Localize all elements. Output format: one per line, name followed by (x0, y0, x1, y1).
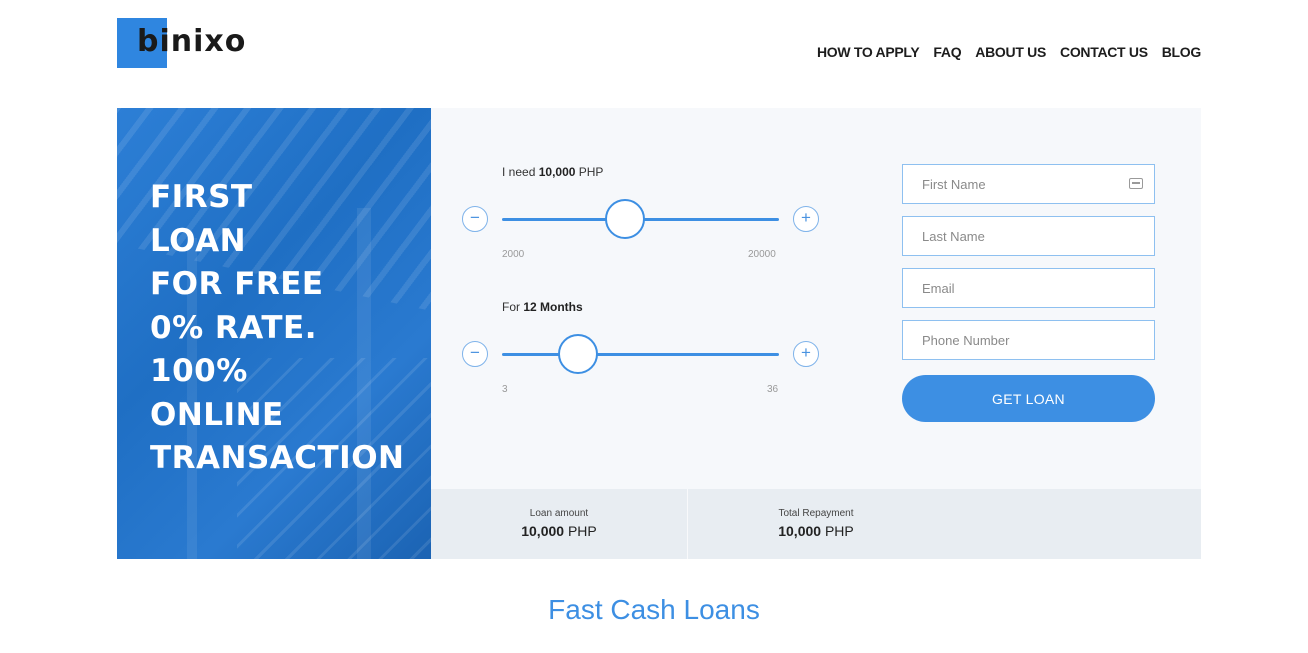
nav-blog[interactable]: BLOG (1162, 44, 1202, 60)
nav-about-us[interactable]: ABOUT US (975, 44, 1046, 60)
loan-hero: FIRST LOAN FOR FREE 0% RATE. 100% ONLINE… (117, 108, 1201, 559)
amount-slider: I need 10,000 PHP − + 2000 20000 (462, 163, 822, 263)
logo[interactable]: binixo (117, 18, 257, 68)
loan-amount-summary: Loan amount 10,000 PHP (431, 508, 687, 539)
nav-how-to-apply[interactable]: HOW TO APPLY (817, 44, 920, 60)
promo-line: FOR FREE (150, 266, 324, 302)
total-repayment-value-line: 10,000 PHP (688, 523, 944, 539)
last-name-field[interactable] (902, 216, 1155, 256)
promo-line: 0% RATE. (150, 309, 317, 346)
term-slider: For 12 Months − + 3 36 (462, 298, 822, 398)
loan-amount-value-line: 10,000 PHP (431, 523, 687, 539)
promo-headline: FIRST LOAN FOR FREE 0% RATE. 100% ONLINE… (150, 176, 405, 481)
last-name-input[interactable] (903, 217, 1154, 255)
amount-unit: PHP (578, 165, 604, 179)
promo-line: LOAN (150, 222, 247, 259)
minus-icon: − (470, 208, 480, 227)
term-label: For 12 Months (502, 300, 583, 314)
plus-icon: + (801, 208, 811, 227)
term-label-prefix: For (502, 300, 520, 314)
section-title: Fast Cash Loans (548, 594, 760, 625)
loan-summary: Loan amount 10,000 PHP Total Repayment 1… (431, 489, 1201, 559)
term-slider-thumb[interactable] (557, 334, 598, 374)
promo-line: FIRST (150, 179, 253, 215)
loan-amount-value: 10,000 (521, 523, 565, 539)
promo-line: 100% (150, 353, 248, 389)
amount-increase-button[interactable]: + (793, 206, 819, 232)
id-card-icon (1129, 178, 1143, 189)
logo-text: binixo (137, 24, 247, 59)
first-name-field[interactable] (902, 164, 1155, 204)
total-repayment-summary: Total Repayment 10,000 PHP (688, 508, 944, 539)
loan-amount-label: Loan amount (529, 508, 589, 519)
amount-decrease-button[interactable]: − (462, 206, 488, 232)
promo-line: ONLINE (150, 396, 284, 433)
term-slider-track[interactable] (502, 353, 779, 356)
amount-slider-thumb[interactable] (605, 199, 646, 239)
phone-input[interactable] (903, 321, 1154, 359)
amount-label: I need 10,000 PHP (502, 165, 603, 179)
total-repayment-unit: PHP (824, 523, 854, 539)
email-field[interactable] (902, 268, 1155, 308)
phone-field[interactable] (902, 320, 1155, 360)
first-name-input[interactable] (903, 165, 1154, 203)
main-nav: HOW TO APPLY FAQ ABOUT US CONTACT US BLO… (817, 44, 1201, 60)
get-loan-button[interactable]: GET LOAN (902, 375, 1155, 422)
term-increase-button[interactable]: + (793, 341, 819, 367)
nav-faq[interactable]: FAQ (933, 44, 961, 60)
promo-line: TRANSACTION (150, 440, 405, 476)
loan-amount-unit: PHP (567, 523, 597, 539)
email-input[interactable] (903, 269, 1154, 307)
amount-min-label: 2000 (502, 249, 525, 260)
total-repayment-label: Total Repayment (778, 508, 854, 519)
plus-icon: + (801, 343, 811, 362)
amount-value: 10,000 (538, 165, 576, 179)
amount-max-label: 20000 (748, 249, 776, 260)
nav-contact-us[interactable]: CONTACT US (1060, 44, 1148, 60)
amount-label-prefix: I need (502, 165, 536, 179)
minus-icon: − (470, 343, 480, 362)
term-min-label: 3 (502, 384, 508, 395)
term-decrease-button[interactable]: − (462, 341, 488, 367)
total-repayment-value: 10,000 (778, 523, 822, 539)
promo-banner: FIRST LOAN FOR FREE 0% RATE. 100% ONLINE… (117, 108, 431, 559)
term-max-label: 36 (767, 384, 779, 395)
term-value: 12 Months (523, 300, 583, 314)
